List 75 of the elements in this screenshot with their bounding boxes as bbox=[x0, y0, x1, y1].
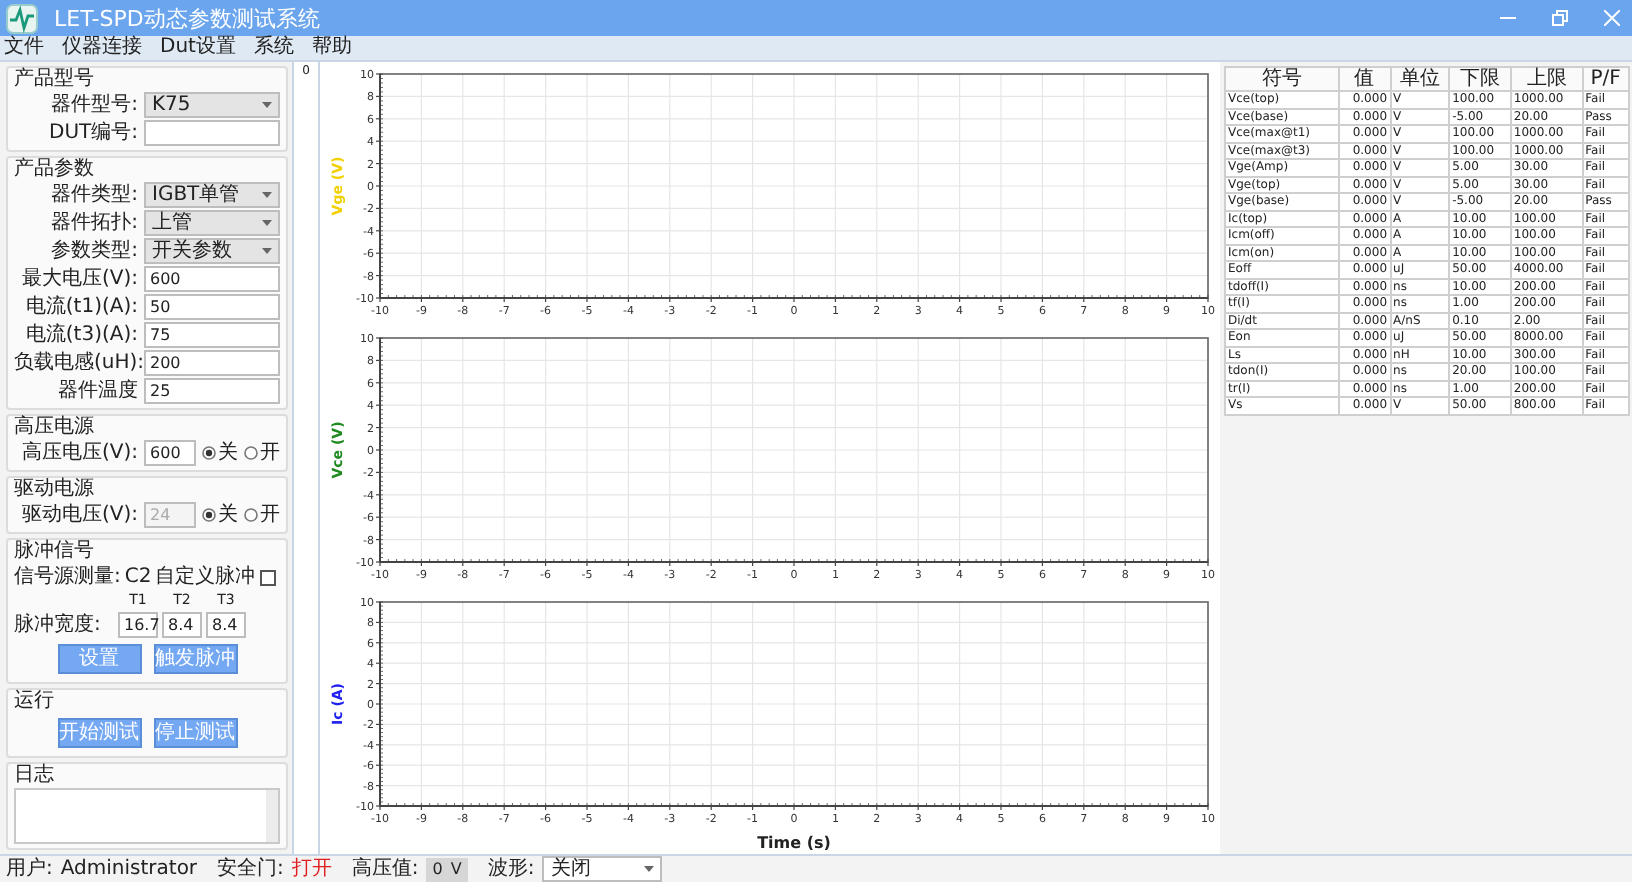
column-header: 符号 bbox=[1225, 67, 1339, 91]
field-label: 器件型号: bbox=[49, 93, 138, 117]
dropdown[interactable]: K75 bbox=[144, 92, 280, 118]
wave-dropdown[interactable]: 关闭 bbox=[542, 856, 663, 882]
field-label: 负载电感(uH): bbox=[14, 351, 138, 375]
group-title: 产品参数 bbox=[14, 158, 94, 180]
column-header: 下限 bbox=[1449, 67, 1511, 91]
door-state: 打开 bbox=[291, 857, 332, 881]
input-field[interactable]: 600 bbox=[144, 266, 280, 292]
status-label: 安全门: bbox=[217, 857, 284, 881]
caret-icon bbox=[262, 192, 272, 198]
caret-icon bbox=[262, 248, 272, 254]
menu-item[interactable]: 文件 bbox=[4, 36, 44, 60]
field-label: 最大电压(V): bbox=[19, 267, 138, 291]
input-field[interactable]: 16.7 bbox=[118, 612, 158, 638]
status-label: 用户: bbox=[6, 857, 53, 881]
menu-item[interactable]: 系统 bbox=[253, 36, 294, 60]
group-title: 脉冲信号 bbox=[14, 540, 94, 562]
checkbox[interactable] bbox=[259, 569, 276, 585]
field-label: 驱动电压(V): bbox=[20, 503, 139, 527]
restore-icon[interactable] bbox=[1552, 10, 1568, 26]
caret-icon bbox=[262, 102, 272, 108]
group-title: 运行 bbox=[14, 690, 54, 712]
status-label: 高压值: bbox=[351, 857, 419, 881]
column-header: P/F bbox=[1582, 67, 1629, 91]
input-field[interactable]: 200 bbox=[144, 350, 280, 376]
field-label: 器件类型: bbox=[49, 183, 138, 207]
field-label: 器件温度 bbox=[56, 379, 138, 403]
checkbox-label: 自定义脉冲 bbox=[155, 565, 256, 589]
user-name: Administrator bbox=[60, 857, 198, 881]
field-label: 参数类型: bbox=[49, 239, 138, 263]
radio-button[interactable] bbox=[202, 446, 217, 460]
radio-label: 关 bbox=[218, 441, 239, 465]
status-label: 波形: bbox=[487, 857, 535, 881]
input-field[interactable]: 8.4 bbox=[206, 612, 246, 638]
field-label: 高压电压(V): bbox=[20, 441, 139, 465]
menu-item[interactable]: 仪器连接 bbox=[62, 36, 142, 60]
radio-label: 关 bbox=[218, 503, 239, 527]
voltage-unit: V bbox=[450, 857, 462, 881]
input-field[interactable]: 75 bbox=[144, 322, 280, 348]
dropdown[interactable]: IGBT单管 bbox=[144, 182, 280, 208]
input-field[interactable]: 50 bbox=[144, 294, 280, 320]
group-title: 驱动电源 bbox=[14, 478, 94, 500]
group-title: 日志 bbox=[14, 764, 54, 786]
field-label: 脉冲宽度: bbox=[14, 613, 103, 637]
field-label: 电流(t3)(A): bbox=[23, 323, 138, 347]
field-label: 电流(t1)(A): bbox=[23, 295, 138, 319]
close-icon[interactable] bbox=[1604, 10, 1620, 26]
input-field[interactable]: 600 bbox=[144, 440, 197, 466]
group-title: 产品型号 bbox=[14, 68, 94, 90]
radio-label: 开 bbox=[260, 441, 281, 465]
column-header: 值 bbox=[1338, 67, 1391, 91]
axis-title: Time (s) bbox=[757, 834, 831, 852]
input-field[interactable] bbox=[144, 120, 280, 146]
column-header: 上限 bbox=[1510, 67, 1583, 91]
menu-item[interactable]: Dut设置 bbox=[160, 36, 236, 60]
log-area[interactable] bbox=[14, 788, 280, 844]
window-title: LET-SPD动态参数测试系统 bbox=[54, 3, 320, 33]
dropdown[interactable]: 上管 bbox=[144, 210, 280, 236]
radio-label: 开 bbox=[260, 503, 281, 527]
field-label: 信号源测量: bbox=[14, 565, 121, 589]
field-label: 器件拓扑: bbox=[49, 211, 138, 235]
group-title: 高压电源 bbox=[14, 416, 94, 438]
caret-icon bbox=[262, 220, 272, 226]
menu-item[interactable]: 帮助 bbox=[311, 36, 352, 60]
radio-button[interactable] bbox=[244, 446, 259, 460]
field-label: DUT编号: bbox=[47, 121, 138, 145]
column-header: 单位 bbox=[1390, 67, 1450, 91]
scrollbar[interactable] bbox=[266, 790, 278, 842]
source-value: C2 bbox=[124, 565, 152, 589]
input-field[interactable]: 25 bbox=[144, 378, 280, 404]
dropdown[interactable]: 开关参数 bbox=[144, 238, 280, 264]
voltage-value: 0 bbox=[432, 857, 443, 881]
input-field[interactable]: 8.4 bbox=[162, 612, 202, 638]
caret-icon bbox=[644, 866, 655, 872]
